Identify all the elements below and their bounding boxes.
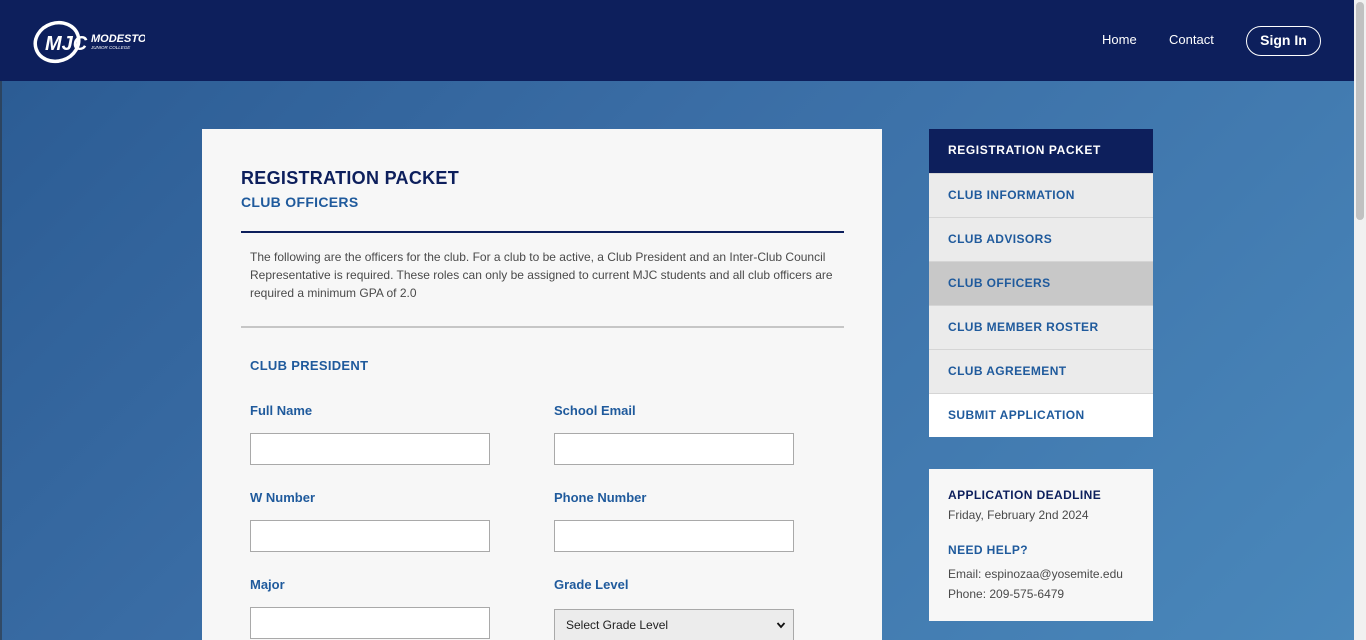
school-email-label: School Email xyxy=(554,403,636,418)
deadline-heading: APPLICATION DEADLINE xyxy=(948,488,1102,502)
w-number-input[interactable] xyxy=(250,520,490,552)
registration-sidebar-nav: REGISTRATION PACKET CLUB INFORMATION CLU… xyxy=(929,129,1153,437)
sidebar-item-club-agreement[interactable]: CLUB AGREEMENT xyxy=(929,349,1153,393)
nav-contact-link[interactable]: Contact xyxy=(1169,32,1214,47)
phone-number-input[interactable] xyxy=(554,520,794,552)
nav-home-link[interactable]: Home xyxy=(1102,32,1137,47)
deadline-date: Friday, February 2nd 2024 xyxy=(948,508,1089,522)
need-help-heading: NEED HELP? xyxy=(948,543,1029,557)
full-name-input[interactable] xyxy=(250,433,490,465)
phone-number-label: Phone Number xyxy=(554,490,647,505)
sidebar-heading: REGISTRATION PACKET xyxy=(929,129,1153,173)
chevron-down-icon xyxy=(776,622,786,629)
page-title: REGISTRATION PACKET xyxy=(241,168,460,188)
sidebar-item-club-advisors[interactable]: CLUB ADVISORS xyxy=(929,217,1153,261)
grade-level-select[interactable]: Select Grade Level xyxy=(554,609,794,640)
intro-text: The following are the officers for the c… xyxy=(250,250,833,300)
sidebar-item-club-officers[interactable]: CLUB OFFICERS xyxy=(929,261,1153,305)
section-divider xyxy=(241,326,844,328)
full-name-label: Full Name xyxy=(250,403,313,418)
svg-text:MODESTO: MODESTO xyxy=(91,33,145,45)
page-subtitle: CLUB OFFICERS xyxy=(241,194,359,210)
sidebar-item-club-member-roster[interactable]: CLUB MEMBER ROSTER xyxy=(929,305,1153,349)
top-navigation-bar: MJC MODESTO JUNIOR COLLEGE Home Contact … xyxy=(0,0,1354,81)
sidebar-item-club-information[interactable]: CLUB INFORMATION xyxy=(929,173,1153,217)
left-edge-divider xyxy=(0,81,2,640)
title-divider xyxy=(241,231,844,233)
svg-text:MJC: MJC xyxy=(45,33,88,55)
help-info-card: APPLICATION DEADLINE Friday, February 2n… xyxy=(929,469,1153,621)
grade-level-selected-value: Select Grade Level xyxy=(566,618,669,632)
help-email: Email: espinozaa@yosemite.edu xyxy=(948,567,1123,581)
registration-form-card: REGISTRATION PACKET CLUB OFFICERS The fo… xyxy=(202,129,882,640)
school-email-input[interactable] xyxy=(554,433,794,465)
svg-text:JUNIOR COLLEGE: JUNIOR COLLEGE xyxy=(90,45,131,50)
help-phone: Phone: 209-575-6479 xyxy=(948,587,1065,601)
mjc-logo[interactable]: MJC MODESTO JUNIOR COLLEGE xyxy=(33,18,145,64)
scrollbar-thumb[interactable] xyxy=(1356,2,1364,220)
page-scrollbar[interactable] xyxy=(1354,0,1366,640)
w-number-label: W Number xyxy=(250,490,315,505)
sign-in-button[interactable]: Sign In xyxy=(1246,26,1321,56)
sidebar-item-submit-application[interactable]: SUBMIT APPLICATION xyxy=(929,393,1153,437)
major-label: Major xyxy=(250,577,285,592)
grade-level-label: Grade Level xyxy=(554,577,629,592)
section-heading-club-president: CLUB PRESIDENT xyxy=(250,358,369,373)
major-input[interactable] xyxy=(250,607,490,639)
